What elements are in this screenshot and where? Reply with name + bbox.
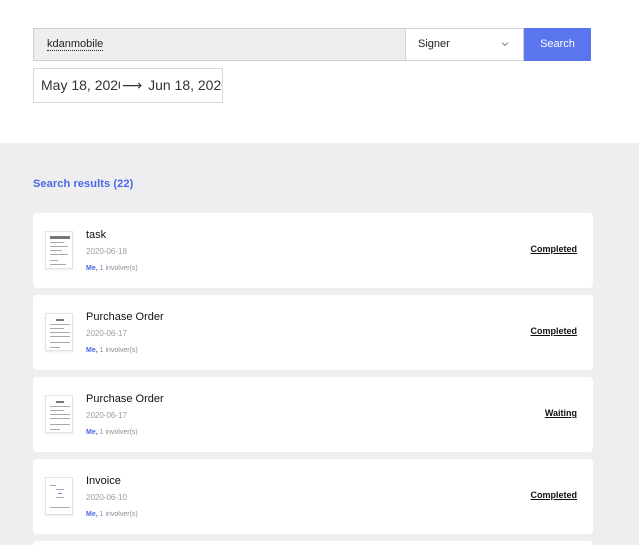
date-to[interactable]: Jun 18, 2020 xyxy=(148,77,222,93)
results-title: Search results (22) xyxy=(33,178,134,190)
search-button[interactable]: Search xyxy=(524,28,591,61)
result-card[interactable]: Invoice 2020-06-10 Me, 1 involver(s) Com… xyxy=(33,459,593,534)
involvers-line: Me, 1 involver(s) xyxy=(86,347,138,354)
role-select[interactable]: Signer xyxy=(405,28,524,61)
me-label: Me, xyxy=(86,347,98,354)
status-link[interactable]: Waiting xyxy=(545,408,577,418)
involver-count: 1 involver(s) xyxy=(99,265,138,272)
results-section: Search results (22) task 2020-06-18 Me, … xyxy=(0,143,639,551)
result-card[interactable]: Purchase Order 2020-06-17 Me, 1 involver… xyxy=(33,295,593,370)
document-title: Purchase Order xyxy=(86,311,164,323)
status-link[interactable]: Completed xyxy=(530,490,577,500)
document-title: task xyxy=(86,229,107,241)
role-select-value: Signer xyxy=(418,38,450,50)
involvers-line: Me, 1 involver(s) xyxy=(86,265,138,272)
result-card[interactable]: task 2020-06-18 Me, 1 involver(s) Comple… xyxy=(33,213,593,288)
document-date: 2020-06-18 xyxy=(86,247,127,256)
result-card-partial[interactable] xyxy=(33,541,593,551)
me-label: Me, xyxy=(86,265,98,272)
chevron-down-icon xyxy=(501,42,509,47)
search-input[interactable]: kdanmobile xyxy=(33,28,405,61)
status-link[interactable]: Completed xyxy=(530,244,577,254)
document-thumbnail xyxy=(45,231,73,269)
date-from[interactable]: May 18, 2020 xyxy=(41,69,120,102)
document-date: 2020-06-17 xyxy=(86,411,127,420)
document-thumbnail xyxy=(45,395,73,433)
document-title: Purchase Order xyxy=(86,393,164,405)
involver-count: 1 involver(s) xyxy=(99,511,138,518)
document-title: Invoice xyxy=(86,475,121,487)
search-panel: kdanmobile Signer Search May 18, 2020⟶ Ju… xyxy=(0,0,639,143)
document-thumbnail xyxy=(45,313,73,351)
arrow-right-icon: ⟶ xyxy=(122,77,143,93)
involvers-line: Me, 1 involver(s) xyxy=(86,511,138,518)
document-thumbnail xyxy=(45,477,73,515)
involver-count: 1 involver(s) xyxy=(99,347,138,354)
involver-count: 1 involver(s) xyxy=(99,429,138,436)
document-date: 2020-06-10 xyxy=(86,493,127,502)
me-label: Me, xyxy=(86,511,98,518)
involvers-line: Me, 1 involver(s) xyxy=(86,429,138,436)
document-date: 2020-06-17 xyxy=(86,329,127,338)
search-query-text: kdanmobile xyxy=(47,38,104,51)
me-label: Me, xyxy=(86,429,98,436)
status-link[interactable]: Completed xyxy=(530,326,577,336)
result-card[interactable]: Purchase Order 2020-06-17 Me, 1 involver… xyxy=(33,377,593,452)
date-range-picker[interactable]: May 18, 2020⟶ Jun 18, 2020 xyxy=(33,68,223,103)
